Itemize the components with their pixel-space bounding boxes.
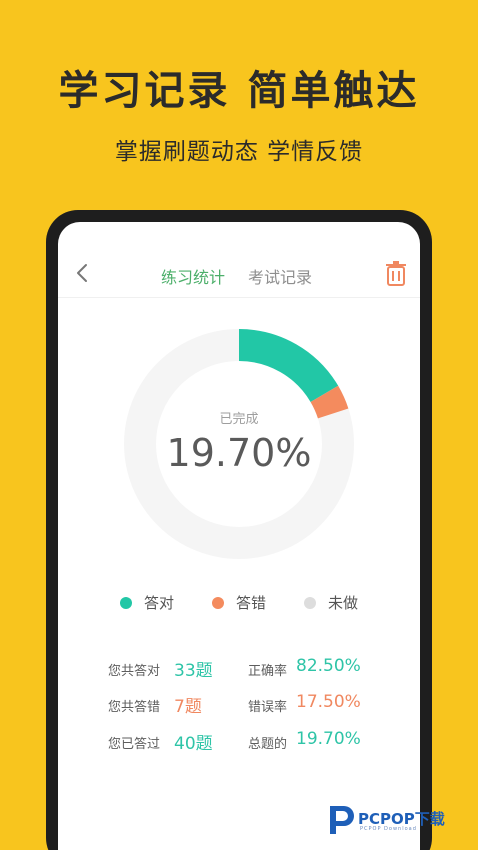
back-arrow-icon[interactable]	[72, 260, 94, 286]
legend-label: 答对	[144, 594, 175, 612]
page: 学习记录 简单触达 掌握刷题动态 学情反馈 练习统计 考试记录 已完成 19.7…	[0, 0, 478, 850]
stat-correct-label: 您共答对	[108, 664, 161, 679]
watermark-subtext: PCPOP Download	[360, 826, 417, 832]
legend-dot	[212, 596, 224, 609]
trash-icon[interactable]	[384, 260, 408, 286]
top-bar: 练习统计 考试记录	[58, 222, 420, 298]
subline: 掌握刷题动态 学情反馈	[114, 139, 364, 165]
stat-answered-value: 40题	[174, 734, 213, 754]
phone-frame: 练习统计 考试记录 已完成 19.70% 答对 答错 未做 您共答对 33题 正…	[46, 210, 432, 850]
stat-answered-label: 您已答过	[108, 737, 161, 752]
legend-dot	[304, 596, 316, 609]
completion-label: 已完成	[219, 412, 259, 427]
stat-correct-rate-label: 正确率	[248, 664, 288, 679]
headline: 学习记录 简单触达	[58, 68, 420, 114]
tab-exam-records[interactable]: 考试记录	[248, 264, 312, 288]
legend-undone: 未做	[304, 592, 358, 613]
watermark-logo-icon	[330, 806, 354, 834]
donut-correct-segment	[238, 329, 339, 403]
legend-label: 未做	[328, 594, 359, 612]
stat-total-rate-label: 总题的	[248, 737, 288, 752]
stat-total-rate-value: 19.70%	[296, 729, 361, 749]
stat-wrong-rate-value: 17.50%	[296, 692, 361, 712]
tab-practice-stats[interactable]: 练习统计	[161, 264, 225, 288]
legend-correct: 答对	[120, 592, 174, 613]
stat-wrong-value: 7题	[174, 697, 202, 717]
stat-wrong-rate-label: 错误率	[248, 700, 288, 715]
legend-wrong: 答错	[212, 592, 266, 613]
legend-dot	[120, 596, 132, 609]
stat-correct-rate-value: 82.50%	[296, 656, 361, 676]
legend-label: 答错	[236, 594, 267, 612]
stat-wrong-label: 您共答错	[108, 700, 161, 715]
stat-correct-value: 33题	[174, 661, 213, 681]
watermark: PCPOP下载 PCPOP Download	[326, 800, 476, 840]
completion-value: 19.70%	[166, 431, 312, 475]
phone-screen: 练习统计 考试记录 已完成 19.70% 答对 答错 未做 您共答对 33题 正…	[58, 222, 420, 850]
